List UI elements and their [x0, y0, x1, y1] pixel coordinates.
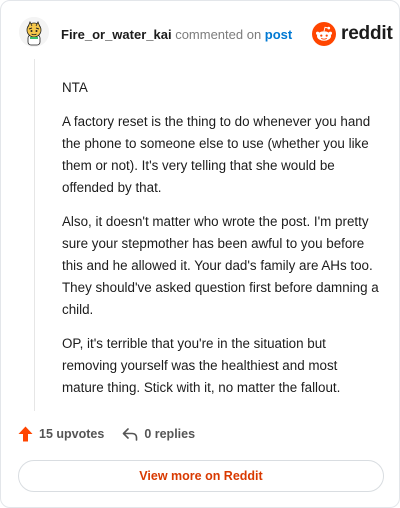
arrow-up-icon: [18, 426, 33, 442]
user-avatar[interactable]: [19, 17, 49, 47]
comment-header: Fire_or_water_kai commented on post: [61, 27, 292, 42]
reddit-wordmark: reddit: [341, 23, 393, 44]
username-link[interactable]: Fire_or_water_kai: [61, 27, 172, 42]
reply-arrow-icon: [123, 428, 138, 441]
reply-count: 0 replies: [144, 427, 196, 441]
comment-paragraph: A factory reset is the thing to do whene…: [62, 114, 371, 195]
reply-button[interactable]: 0 replies: [122, 427, 195, 441]
reddit-snoo-icon: [312, 22, 336, 46]
comment-actions: 15 upvotes 0 replies: [18, 426, 195, 442]
upvote-count: 15 upvotes: [39, 427, 105, 441]
comment-body: NTA A factory reset is the thing to do w…: [62, 77, 382, 411]
upvote-button[interactable]: 15 upvotes: [18, 426, 104, 442]
comment-paragraph: Also, it doesn't matter who wrote the po…: [62, 214, 379, 317]
comment-paragraph: OP, it's terrible that you're in the sit…: [62, 336, 341, 395]
commented-on-text: commented on: [171, 27, 265, 42]
comment-embed-card: Fire_or_water_kai commented on post redd…: [0, 0, 400, 508]
view-more-button[interactable]: View more on Reddit: [18, 460, 384, 492]
comment-paragraph: NTA: [62, 80, 88, 95]
reddit-logo[interactable]: reddit: [312, 21, 393, 47]
thread-line: [34, 59, 35, 411]
avatar-snoo-icon: [19, 17, 49, 47]
post-link[interactable]: post: [265, 27, 292, 42]
